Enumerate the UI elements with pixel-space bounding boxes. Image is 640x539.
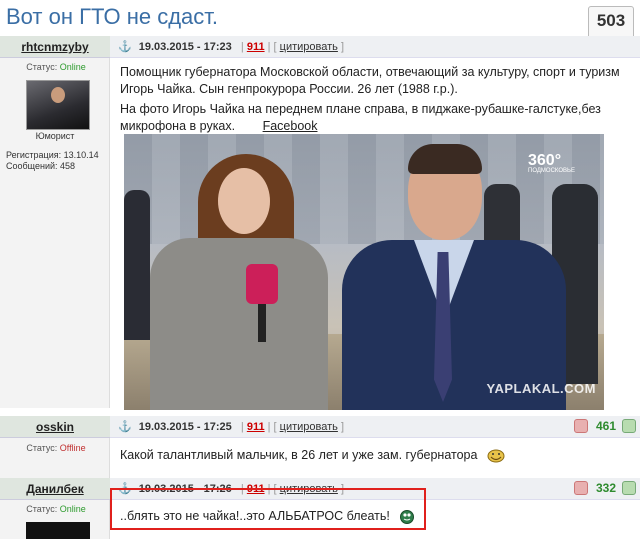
post2-text: Какой талантливый мальчик, в 26 лет и уж… <box>120 448 478 462</box>
post2-date: 19.03.2015 - 17:25 <box>138 421 232 433</box>
topic-title: Вот он ГТО не сдаст. <box>6 4 219 29</box>
photo-mic-handle <box>258 302 266 342</box>
status-offline: Offline <box>59 443 86 453</box>
photo-woman-face <box>218 168 270 234</box>
photo-man-hair <box>408 144 482 174</box>
post2-status: Статус: Offline <box>26 443 86 453</box>
post1-status: Статус: Online <box>26 62 86 72</box>
post3-status: Статус: Online <box>26 504 86 514</box>
post1-meta: ⚓ 19.03.2015 - 17:23 | 911 | [ цитироват… <box>118 41 345 53</box>
emoticon-icon <box>487 449 505 463</box>
post1-id-link[interactable]: 911 <box>247 41 265 53</box>
channel-logo: 360° ПОДМОСКОВЬЕ <box>528 152 575 174</box>
post2-author-link[interactable]: osskin <box>0 416 110 438</box>
status-online: Online <box>59 504 86 514</box>
site-watermark: YAPLAKAL.COM <box>486 381 596 396</box>
post2-score: 461 <box>596 419 617 433</box>
post1-header: ⚓ 19.03.2015 - 17:23 | 911 | [ цитироват… <box>110 36 640 58</box>
vote-up-icon[interactable] <box>622 419 636 433</box>
vote-down-icon[interactable] <box>574 481 588 495</box>
post1-body: Помощник губернатора Московской области,… <box>120 64 620 135</box>
photo-bg-person <box>124 190 150 340</box>
anchor-icon[interactable]: ⚓ <box>118 421 132 433</box>
post1-text-2: На фото Игорь Чайка на переднем плане сп… <box>120 102 601 133</box>
post3-author-link[interactable]: Данилбек <box>0 478 110 500</box>
post1-date: 19.03.2015 - 17:23 <box>138 41 232 53</box>
anchor-icon[interactable]: ⚓ <box>118 41 132 53</box>
post3-avatar[interactable] <box>26 522 90 539</box>
rating-value: 503 <box>596 11 626 30</box>
post1-cite-link[interactable]: цитировать <box>280 41 338 53</box>
post2-body: Какой талантливый мальчик, в 26 лет и уж… <box>120 447 620 464</box>
post3-score: 332 <box>596 481 617 495</box>
post1-reginfo: Регистрация: 13.10.14 Сообщений: 458 <box>6 150 99 172</box>
post2-meta: ⚓ 19.03.2015 - 17:25 | 911 | [ цитироват… <box>118 421 345 433</box>
photo-woman-body <box>150 238 328 410</box>
photo-wall <box>124 134 604 244</box>
post1-rank: Юморист <box>35 131 75 141</box>
vote-down-icon[interactable] <box>574 419 588 433</box>
facebook-link[interactable]: Facebook <box>263 119 318 133</box>
post1-reg-date: Регистрация: 13.10.14 <box>6 150 99 160</box>
post1-msg-count: Сообщений: 458 <box>6 161 76 171</box>
post2-cite-link[interactable]: цитировать <box>280 421 338 433</box>
post1-author-link[interactable]: rhtcnmzyby <box>0 36 110 58</box>
photo-microphone <box>246 264 278 304</box>
avatar[interactable] <box>26 80 90 130</box>
post2-id-link[interactable]: 911 <box>247 421 265 433</box>
post1-text-1: Помощник губернатора Московской области,… <box>120 65 620 96</box>
status-online: Online <box>59 62 86 72</box>
post1-photo[interactable]: 360° ПОДМОСКОВЬЕ YAPLAKAL.COM <box>124 134 604 410</box>
post1-text-2-row: На фото Игорь Чайка на переднем плане сп… <box>120 101 620 135</box>
highlight-frame <box>110 488 426 530</box>
vote-up-icon[interactable] <box>622 481 636 495</box>
post2-header: ⚓ 19.03.2015 - 17:25 | 911 | [ цитироват… <box>110 416 640 438</box>
